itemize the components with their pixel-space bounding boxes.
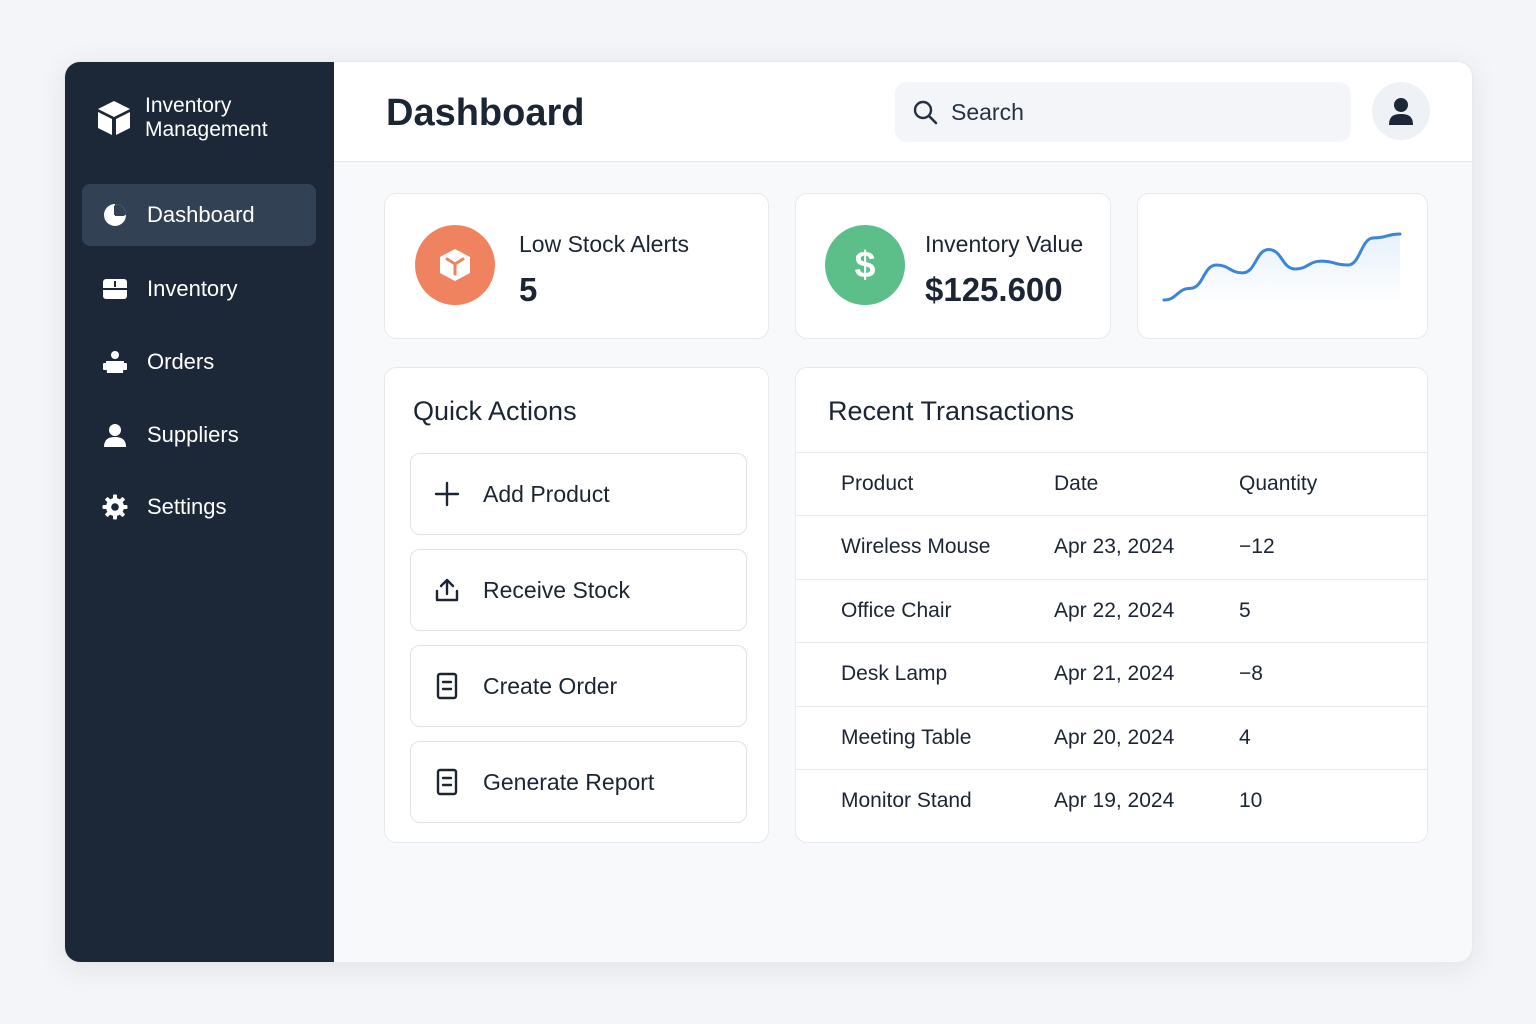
trend-card[interactable]: [1137, 193, 1428, 339]
table-row[interactable]: Meeting Table Apr 20, 2024 4: [796, 706, 1427, 769]
cell-date: Apr 23, 2024: [1054, 535, 1175, 558]
cell-quantity: −12: [1239, 535, 1275, 558]
cell-date: Apr 22, 2024: [1054, 599, 1175, 622]
svg-text:$: $: [855, 243, 876, 285]
column-header-quantity[interactable]: Quantity: [1239, 472, 1317, 496]
search-box[interactable]: [895, 82, 1351, 142]
cell-date: Apr 20, 2024: [1054, 726, 1175, 749]
recent-transactions-card: Recent Transactions Product Date Quantit…: [795, 367, 1428, 843]
table-row[interactable]: Monitor Stand Apr 19, 2024 10: [796, 769, 1427, 832]
add-product-label: Add Product: [483, 480, 610, 507]
user-avatar-icon: [1389, 98, 1413, 125]
inventory-value-amount: $125.600: [925, 271, 1063, 308]
sidebar-item-label: Orders: [147, 349, 215, 374]
table-row[interactable]: Office Chair Apr 22, 2024 5: [796, 579, 1427, 642]
search-icon: [913, 100, 938, 125]
app-window: Inventory Management Dashboard Inventory…: [64, 61, 1473, 963]
sidebar-item-label: Dashboard: [147, 202, 255, 227]
create-order-button[interactable]: Create Order: [410, 645, 747, 727]
sidebar-item-settings[interactable]: Settings: [82, 476, 316, 538]
sidebar-item-inventory[interactable]: Inventory: [82, 258, 316, 320]
dollar-icon: $: [825, 225, 905, 305]
sidebar-item-label: Suppliers: [147, 422, 239, 447]
generate-report-button[interactable]: Generate Report: [410, 741, 747, 823]
sparkline-chart: [1162, 232, 1402, 304]
low-stock-label: Low Stock Alerts: [519, 231, 690, 257]
cell-date: Apr 21, 2024: [1054, 662, 1175, 685]
sidebar-item-orders[interactable]: Orders: [82, 331, 316, 393]
document-icon: [433, 672, 461, 700]
cell-product: Meeting Table: [841, 726, 972, 749]
table-row[interactable]: Desk Lamp Apr 21, 2024 −8: [796, 642, 1427, 705]
orders-icon: [100, 347, 130, 377]
gear-icon: [100, 492, 130, 522]
pie-chart-icon: [100, 200, 130, 230]
generate-report-label: Generate Report: [483, 768, 655, 795]
add-product-button[interactable]: Add Product: [410, 453, 747, 535]
report-icon: [433, 768, 461, 796]
sidebar-item-dashboard[interactable]: Dashboard: [82, 184, 316, 246]
receive-stock-label: Receive Stock: [483, 576, 631, 603]
table-row[interactable]: Wireless Mouse Apr 23, 2024 −12: [796, 515, 1427, 578]
cell-quantity: −8: [1239, 662, 1263, 685]
recent-transactions-title: Recent Transactions: [828, 396, 1075, 426]
quick-actions-title: Quick Actions: [413, 396, 577, 426]
top-bar: Dashboard: [334, 62, 1472, 162]
cell-product: Desk Lamp: [841, 662, 948, 685]
cell-date: Apr 19, 2024: [1054, 789, 1175, 812]
table-header: Product Date Quantity: [796, 452, 1427, 515]
create-order-label: Create Order: [483, 672, 618, 699]
brand-line1: Inventory: [145, 94, 232, 117]
low-stock-value: 5: [519, 271, 538, 308]
cell-quantity: 4: [1239, 726, 1251, 749]
plus-icon: [433, 480, 461, 508]
upload-icon: [433, 576, 461, 604]
brand-name: Inventory Management: [145, 94, 268, 142]
column-header-date[interactable]: Date: [1054, 472, 1098, 496]
sidebar-item-label: Settings: [147, 494, 227, 519]
quick-actions-card: Quick Actions Add Product Receive Stock …: [384, 367, 769, 843]
low-stock-card[interactable]: Low Stock Alerts 5: [384, 193, 769, 339]
box-icon: [100, 274, 130, 304]
cell-product: Office Chair: [841, 599, 952, 622]
receive-stock-button[interactable]: Receive Stock: [410, 549, 747, 631]
page-title: Dashboard: [386, 92, 585, 134]
brand-line2: Management: [145, 118, 268, 141]
search-input[interactable]: [951, 98, 1331, 126]
box-logo-icon: [98, 101, 130, 135]
cell-quantity: 10: [1239, 789, 1263, 812]
cell-product: Monitor Stand: [841, 789, 972, 812]
user-icon: [100, 420, 130, 450]
sidebar: Inventory Management Dashboard Inventory…: [65, 62, 334, 962]
cube-icon: [415, 225, 495, 305]
cell-product: Wireless Mouse: [841, 535, 991, 558]
sidebar-item-suppliers[interactable]: Suppliers: [82, 404, 316, 466]
cell-quantity: 5: [1239, 599, 1251, 622]
inventory-value-label: Inventory Value: [925, 231, 1084, 257]
main-content: Dashboard Low Stock Alerts 5: [334, 62, 1472, 962]
avatar[interactable]: [1372, 82, 1430, 140]
sidebar-item-label: Inventory: [147, 276, 238, 301]
brand[interactable]: Inventory Management: [95, 94, 268, 142]
inventory-value-card[interactable]: $ Inventory Value $125.600: [795, 193, 1111, 339]
column-header-product[interactable]: Product: [841, 472, 913, 496]
